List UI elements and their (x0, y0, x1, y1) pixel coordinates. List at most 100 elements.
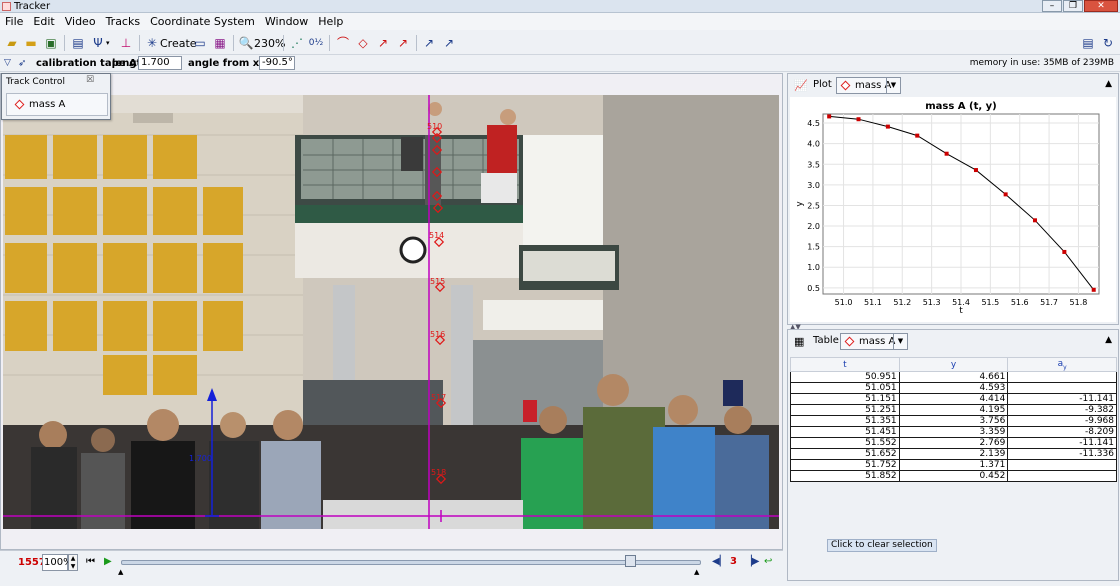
table-row[interactable]: 51.852 0.452 (790, 470, 1117, 482)
column-header-ay[interactable]: ay (1007, 357, 1117, 372)
table-row[interactable]: 51.552 2.769 -11.141 (790, 437, 1117, 449)
save-icon[interactable]: ▣ (43, 34, 59, 52)
notes-icon[interactable]: ▤ (1080, 34, 1096, 52)
table-cell[interactable]: -9.968 (1007, 415, 1117, 427)
data-point[interactable] (1032, 218, 1037, 223)
table-row[interactable]: 51.151 4.414 -11.141 (790, 393, 1117, 405)
table-cell[interactable]: 2.139 (898, 448, 1009, 460)
end-marker-icon[interactable]: ▲ (694, 565, 699, 579)
column-header-t[interactable]: t (790, 357, 900, 372)
axes-icon[interactable]: Ψ ▾ (90, 34, 109, 52)
start-marker-icon[interactable]: ▲ (118, 565, 123, 579)
data-point[interactable] (944, 151, 949, 156)
new-tab-icon[interactable]: ▰ (4, 34, 20, 52)
data-point[interactable] (856, 117, 861, 122)
plot-area[interactable]: mass A (t, y) 51.0 51.1 51.2 51.3 51.4 51.5 51… (790, 97, 1116, 322)
table-cell[interactable]: 3.756 (898, 415, 1009, 427)
table-row[interactable]: 51.051 4.593 (790, 382, 1117, 394)
create-track-button[interactable]: ✳ Create (144, 34, 197, 52)
slider-thumb[interactable] (625, 555, 636, 567)
chevron-up-icon[interactable]: ▲ (1105, 335, 1112, 345)
trails-icon[interactable]: ⋰ (289, 34, 305, 52)
labels-icon[interactable]: 0½ (308, 34, 324, 52)
table-cell[interactable]: 2.769 (898, 437, 1009, 449)
path-icon[interactable]: ⌒ (335, 34, 351, 52)
menu-edit[interactable]: Edit (28, 13, 59, 30)
minimize-button[interactable]: – (1042, 0, 1062, 12)
table-cell[interactable]: 51.051 (790, 382, 900, 394)
data-point[interactable] (1003, 192, 1008, 197)
table-cell[interactable]: 51.852 (790, 470, 900, 482)
step-back-icon[interactable]: ◀▏ (712, 555, 727, 569)
video-slider[interactable] (121, 560, 701, 565)
table-cell[interactable]: -11.141 (1007, 393, 1117, 405)
table-cell[interactable]: 51.752 (790, 459, 900, 471)
table-cell[interactable] (1007, 459, 1117, 471)
table-cell[interactable]: 0.452 (898, 470, 1009, 482)
table-cell[interactable]: 4.661 (898, 371, 1009, 383)
reset-icon[interactable]: ⏮ (86, 555, 95, 569)
clip-settings-icon[interactable]: ▤ (70, 34, 86, 52)
velocity-icon[interactable]: ↗ (375, 34, 391, 52)
data-point[interactable] (827, 114, 832, 119)
track-mass-a-button[interactable]: mass A (6, 93, 108, 116)
table-track-select[interactable]: mass A ▼ (840, 333, 908, 350)
open-folder-icon[interactable]: ▬ (23, 34, 39, 52)
collapse-icon[interactable]: ▽ (4, 57, 11, 70)
menu-help[interactable]: Help (313, 13, 348, 30)
clear-selection-button[interactable]: Click to clear selection (827, 539, 937, 552)
coordinate-axes-icon[interactable]: ⊥ (118, 34, 134, 52)
table-cell[interactable]: -8.209 (1007, 426, 1117, 438)
zoom-button[interactable]: 🔍 230% (238, 34, 286, 52)
close-icon[interactable]: ☒ (84, 75, 96, 85)
menu-coordinate-system[interactable]: Coordinate System (145, 13, 260, 30)
table-cell[interactable]: 51.251 (790, 404, 900, 416)
table-row[interactable]: 50.951 4.661 (790, 371, 1117, 383)
acceleration-icon[interactable]: ↗ (395, 34, 411, 52)
momentum-icon[interactable]: ↗ (441, 34, 457, 52)
table-row[interactable]: 51.652 2.139 -11.336 (790, 448, 1117, 460)
refresh-icon[interactable]: ↻ (1100, 34, 1116, 52)
data-point[interactable] (973, 168, 978, 173)
x-component-icon[interactable]: ↗ (421, 34, 437, 52)
menu-file[interactable]: File (0, 13, 28, 30)
table-row[interactable]: 51.451 3.359 -8.209 (790, 426, 1117, 438)
table-cell[interactable] (1007, 371, 1117, 383)
table-cell[interactable]: 51.451 (790, 426, 900, 438)
table-cell[interactable]: 50.951 (790, 371, 900, 383)
menu-window[interactable]: Window (260, 13, 313, 30)
data-table[interactable]: t y ay 50.951 4.661 51.051 4.593 51.151 4.414… (790, 357, 1117, 482)
zoom-spinner[interactable]: ▲ ▼ (68, 554, 78, 571)
table-row[interactable]: 51.752 1.371 (790, 459, 1117, 471)
table-cell[interactable]: 1.371 (898, 459, 1009, 471)
table-cell[interactable]: 51.652 (790, 448, 900, 460)
table-cell[interactable]: 51.351 (790, 415, 900, 427)
table-row[interactable]: 51.351 3.756 -9.968 (790, 415, 1117, 427)
menu-video[interactable]: Video (60, 13, 101, 30)
data-point[interactable] (1062, 249, 1067, 254)
step-forward-icon[interactable]: ▕▶ (744, 555, 759, 569)
table-row[interactable]: 51.251 4.195 -9.382 (790, 404, 1117, 416)
table-cell[interactable]: 51.151 (790, 393, 900, 405)
table-cell[interactable] (1007, 382, 1117, 394)
data-point[interactable] (915, 133, 920, 138)
chevron-up-icon[interactable]: ▲ (1105, 79, 1112, 89)
length-field[interactable]: 1.700 (138, 56, 182, 70)
table-cell[interactable]: 3.359 (898, 426, 1009, 438)
table-cell[interactable]: -11.336 (1007, 448, 1117, 460)
video-frame[interactable]: 510 514 515 516 517 518 1.700 (3, 95, 779, 529)
table-cell[interactable]: 4.414 (898, 393, 1009, 405)
table-cell[interactable]: -9.382 (1007, 404, 1117, 416)
table-cell[interactable]: 51.552 (790, 437, 900, 449)
table-cell[interactable] (1007, 470, 1117, 482)
ruler-icon[interactable]: ▭ (192, 34, 208, 52)
table-cell[interactable]: 4.195 (898, 404, 1009, 416)
close-window-button[interactable]: ✕ (1084, 0, 1118, 12)
data-point[interactable] (885, 124, 890, 129)
table-cell[interactable]: 4.593 (898, 382, 1009, 394)
plot-track-select[interactable]: mass A ▼ (836, 77, 901, 94)
maximize-button[interactable]: ❐ (1063, 0, 1083, 12)
table-cell[interactable]: -11.141 (1007, 437, 1117, 449)
menu-tracks[interactable]: Tracks (101, 13, 146, 30)
player-zoom-field[interactable]: 100% (42, 554, 73, 571)
